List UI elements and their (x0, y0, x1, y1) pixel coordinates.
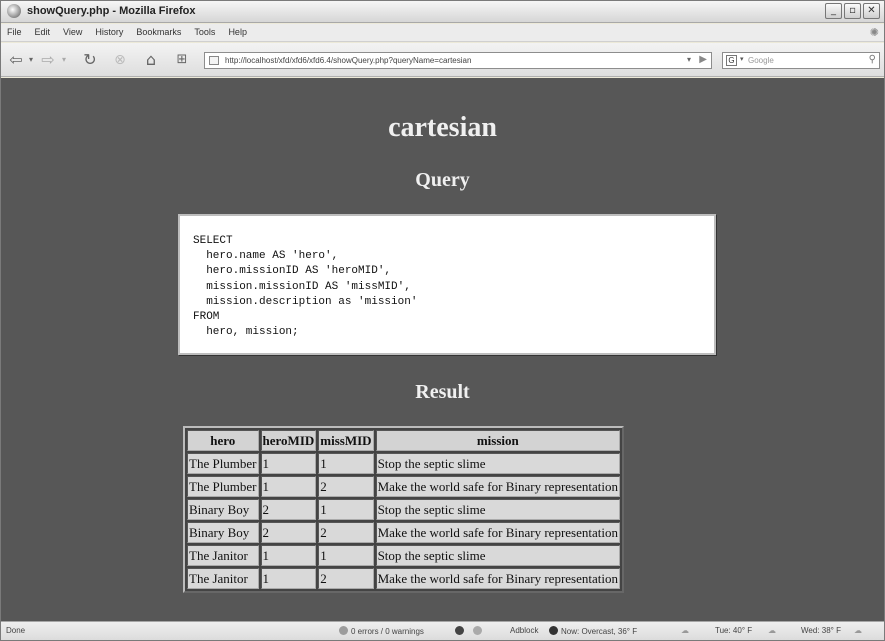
cell-mission: Stop the septic slime (375, 453, 620, 474)
url-text[interactable]: http://localhost/xfd/xfd6/xfd6.4/showQue… (225, 56, 471, 65)
cell-hero: The Janitor (187, 568, 259, 589)
search-icon[interactable]: ⚲ (869, 54, 876, 65)
cell-missmid: 1 (318, 499, 374, 520)
cell-hero: The Plumber (187, 476, 259, 497)
error-count-text: 0 errors / 0 warnings (351, 627, 424, 636)
search-engine-dropdown-icon[interactable]: ▾ (740, 55, 744, 63)
table-row: The Plumber 1 2 Make the world safe for … (187, 476, 620, 497)
cell-mission: Stop the septic slime (375, 499, 620, 520)
menu-bar: File Edit View History Bookmarks Tools H… (1, 24, 884, 42)
cell-hero: Binary Boy (187, 522, 259, 543)
navigation-toolbar: ⇦ ▾ ⇨ ▾ ↻ ⊗ ⌂ ⊞ http://localhost/xfd/xfd… (1, 43, 884, 77)
new-tab-icon[interactable]: ⊞ (171, 50, 193, 70)
stop-icon[interactable]: ⊗ (110, 50, 130, 70)
cell-hero: The Janitor (187, 545, 259, 566)
forward-dropdown-icon[interactable]: ▾ (59, 50, 69, 70)
cell-heromid: 1 (260, 545, 317, 566)
title-bar: showQuery.php - Mozilla Firefox _ ▫ ✕ (1, 1, 884, 23)
search-input[interactable]: Google (748, 56, 774, 65)
cell-heromid: 2 (260, 522, 317, 543)
firefox-icon (7, 4, 21, 18)
search-engine-icon[interactable]: G (726, 55, 737, 66)
page-icon (209, 56, 219, 65)
weather-dot-icon (549, 626, 558, 635)
cell-mission: Make the world safe for Binary represent… (375, 476, 620, 497)
cell-heromid: 2 (260, 499, 317, 520)
gear-icon[interactable] (473, 626, 485, 636)
menu-bookmarks[interactable]: Bookmarks (136, 27, 181, 37)
error-console-status[interactable]: 0 errors / 0 warnings (339, 626, 424, 636)
table-row: The Janitor 1 2 Make the world safe for … (187, 568, 620, 589)
home-icon[interactable]: ⌂ (140, 50, 162, 70)
menu-history[interactable]: History (95, 27, 123, 37)
menu-view[interactable]: View (63, 27, 82, 37)
go-icon[interactable]: ▶ (699, 54, 707, 65)
url-dropdown-icon[interactable]: ▾ (687, 55, 691, 64)
forward-icon[interactable]: ⇨ (39, 50, 57, 70)
menu-file[interactable]: File (7, 27, 22, 37)
column-header-mission: mission (375, 430, 620, 451)
query-text: SELECT hero.name AS 'hero', hero.mission… (193, 235, 418, 339)
back-dropdown-icon[interactable]: ▾ (26, 50, 36, 70)
cell-mission: Make the world safe for Binary represent… (375, 568, 620, 589)
check-icon (339, 626, 348, 635)
table-header-row: hero heroMID missMID mission (187, 430, 620, 451)
column-header-hero: hero (187, 430, 259, 451)
minimize-button[interactable]: _ (825, 3, 842, 19)
window-title: showQuery.php - Mozilla Firefox (27, 5, 196, 17)
browser-window: showQuery.php - Mozilla Firefox _ ▫ ✕ Fi… (0, 0, 885, 641)
window-controls: _ ▫ ✕ (825, 3, 880, 19)
page-title: cartesian (388, 112, 497, 143)
cell-heromid: 1 (260, 476, 317, 497)
cloud-icon: ☁ (854, 626, 862, 635)
close-button[interactable]: ✕ (863, 3, 880, 19)
menu-tools[interactable]: Tools (194, 27, 215, 37)
status-bar: Done 0 errors / 0 warnings Adblock Now: … (1, 621, 884, 640)
result-table: hero heroMID missMID mission The Plumber… (183, 426, 624, 593)
query-heading: Query (415, 169, 470, 191)
table-row: Binary Boy 2 2 Make the world safe for B… (187, 522, 620, 543)
back-icon[interactable]: ⇦ (7, 50, 25, 70)
table-row: Binary Boy 2 1 Stop the septic slime (187, 499, 620, 520)
weather-wed-text[interactable]: Wed: 38° F (801, 626, 841, 635)
maximize-button[interactable]: ▫ (844, 3, 861, 19)
cell-hero: The Plumber (187, 453, 259, 474)
throbber-icon: ✺ (869, 26, 879, 39)
stop-sign-icon[interactable] (455, 626, 467, 636)
cell-missmid: 2 (318, 568, 374, 589)
table-row: The Janitor 1 1 Stop the septic slime (187, 545, 620, 566)
menu-edit[interactable]: Edit (35, 27, 51, 37)
query-box: SELECT hero.name AS 'hero', hero.mission… (178, 214, 716, 355)
cell-mission: Make the world safe for Binary represent… (375, 522, 620, 543)
cloud-icon: ☁ (768, 626, 776, 635)
column-header-missmid: missMID (318, 430, 374, 451)
reload-icon[interactable]: ↻ (80, 50, 100, 70)
menu-help[interactable]: Help (228, 27, 247, 37)
cell-missmid: 2 (318, 522, 374, 543)
column-header-heromid: heroMID (260, 430, 317, 451)
cell-heromid: 1 (260, 568, 317, 589)
search-bar[interactable]: G ▾ Google ⚲ (722, 52, 880, 69)
result-heading: Result (415, 381, 470, 403)
cell-hero: Binary Boy (187, 499, 259, 520)
cell-mission: Stop the septic slime (375, 545, 620, 566)
weather-now-text: Now: Overcast, 36° F (561, 627, 638, 636)
url-bar[interactable]: http://localhost/xfd/xfd6/xfd6.4/showQue… (204, 52, 712, 69)
table-row: The Plumber 1 1 Stop the septic slime (187, 453, 620, 474)
page-content: cartesian Query SELECT hero.name AS 'her… (1, 78, 884, 621)
adblock-button[interactable]: Adblock (510, 626, 538, 635)
cell-missmid: 1 (318, 545, 374, 566)
weather-tue-text[interactable]: Tue: 40° F (715, 626, 752, 635)
cell-missmid: 2 (318, 476, 374, 497)
weather-now[interactable]: Now: Overcast, 36° F (549, 626, 637, 636)
cell-missmid: 1 (318, 453, 374, 474)
cloud-icon: ☁ (681, 626, 689, 635)
cell-heromid: 1 (260, 453, 317, 474)
status-text: Done (6, 626, 26, 635)
